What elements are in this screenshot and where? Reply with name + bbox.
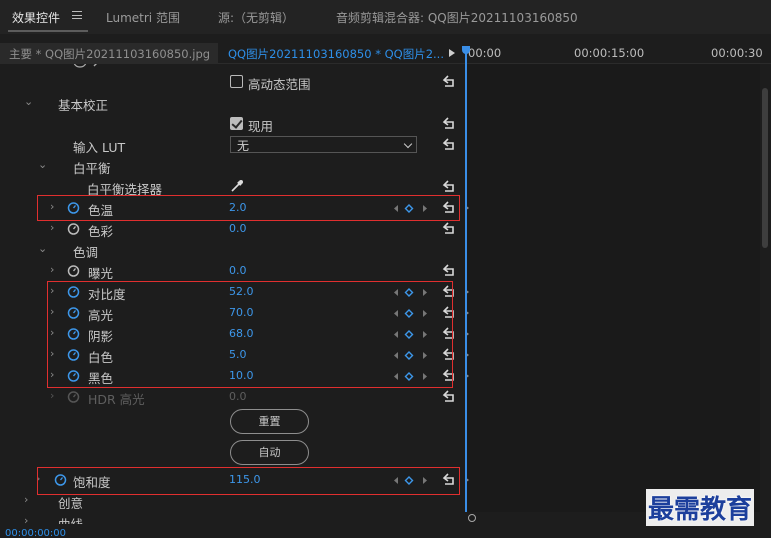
active-tab-indicator: [8, 30, 88, 32]
enable-checkbox[interactable]: [230, 117, 243, 130]
stopwatch-icon[interactable]: [67, 264, 80, 277]
mask-tools-icon[interactable]: [72, 64, 108, 70]
hdr-highlights-value: 0.0: [229, 390, 247, 403]
timecode-start: 00:00: [468, 46, 502, 60]
chevron-right-icon: ›: [50, 389, 55, 402]
reset-icon[interactable]: [442, 137, 457, 151]
highlight-box-saturation: [37, 467, 460, 495]
chevron-down-icon[interactable]: ⌄: [38, 158, 47, 171]
keyframe-timeline[interactable]: [465, 64, 760, 516]
chevron-down-icon[interactable]: ⌄: [24, 95, 33, 108]
eyedropper-icon[interactable]: [230, 179, 244, 193]
white-balance-label: 白平衡: [73, 161, 111, 176]
chevron-down-icon[interactable]: ⌄: [38, 242, 47, 255]
stopwatch-icon-disabled: [67, 391, 80, 403]
clip-selector-bar: 主要 * QQ图片20211103160850.jpg QQ图片20211103…: [0, 43, 771, 64]
panel-tab-bar: 效果控件 Lumetri 范围 源:（无剪辑） 音频剪辑混合器: QQ图片202…: [0, 0, 771, 34]
sequence-clip-label[interactable]: QQ图片20211103160850 * QQ图片2...: [228, 46, 444, 62]
reset-icon[interactable]: [442, 179, 457, 193]
highlight-box-temperature: [37, 195, 460, 221]
timecode-mid: 00:00:15:00: [574, 46, 645, 60]
playhead[interactable]: [465, 50, 467, 516]
enable-row: 现用: [0, 114, 464, 135]
tint-label: 色彩: [88, 224, 114, 239]
exposure-value[interactable]: 0.0: [229, 264, 247, 277]
reset-icon[interactable]: [442, 74, 457, 88]
auto-button[interactable]: 自动: [230, 440, 309, 465]
reset-icon[interactable]: [442, 389, 457, 403]
tint-row: › 色彩 0.0: [0, 219, 464, 240]
zoom-handle-icon[interactable]: [468, 514, 476, 522]
basic-correction-label: 基本校正: [58, 98, 109, 113]
curves-label: 曲线: [58, 514, 83, 524]
tone-label: 色调: [73, 245, 99, 260]
chevron-down-icon: [403, 139, 413, 149]
hdr-highlights-row: › HDR 高光 0.0: [0, 387, 464, 408]
status-bar: 00:00:00:00: [0, 524, 771, 538]
high-dynamic-range-checkbox[interactable]: [230, 75, 243, 88]
tab-audio-clip-mixer[interactable]: 音频剪辑混合器: QQ图片20211103160850: [336, 9, 578, 26]
panel-menu-icon[interactable]: [72, 11, 82, 19]
input-lut-row: 输入 LUT 无: [0, 135, 464, 156]
tab-lumetri-scopes[interactable]: Lumetri 范围: [106, 9, 180, 26]
curves-row[interactable]: › 曲线: [0, 512, 464, 524]
stopwatch-icon[interactable]: [67, 222, 80, 235]
chevron-right-icon[interactable]: ›: [50, 221, 54, 234]
reset-button[interactable]: 重置: [230, 409, 309, 434]
high-dynamic-range-row: 高动态范围: [0, 72, 464, 93]
input-lut-label: 输入 LUT: [73, 140, 126, 155]
tab-effect-controls[interactable]: 效果控件: [12, 9, 60, 26]
highlight-box-tone-group: [47, 281, 453, 388]
master-clip-selector[interactable]: 主要 * QQ图片20211103160850.jpg: [0, 43, 218, 64]
vertical-scrollbar-thumb[interactable]: [762, 88, 768, 248]
current-timecode[interactable]: 00:00:00:00: [5, 528, 66, 538]
tint-value[interactable]: 0.0: [229, 222, 247, 235]
tab-source[interactable]: 源:（无剪辑）: [218, 9, 294, 26]
tone-row[interactable]: ⌄ 色调: [0, 240, 464, 261]
high-dynamic-range-label: 高动态范围: [248, 77, 311, 92]
reset-icon[interactable]: [442, 116, 457, 130]
basic-correction-row[interactable]: ⌄ 基本校正: [0, 93, 464, 114]
white-balance-row[interactable]: ⌄ 白平衡: [0, 156, 464, 177]
reset-icon[interactable]: [442, 263, 457, 277]
exposure-row: › 曝光 0.0: [0, 261, 464, 282]
hdr-highlights-label: HDR 高光: [88, 392, 145, 407]
enable-label: 现用: [248, 119, 274, 134]
chevron-right-icon[interactable]: ›: [24, 493, 28, 506]
reset-icon[interactable]: [442, 221, 457, 235]
watermark-logo: 最需教育: [646, 489, 755, 526]
creative-label: 创意: [58, 496, 84, 511]
timecode-end: 00:00:30: [711, 46, 763, 60]
play-icon[interactable]: [449, 49, 455, 57]
chevron-right-icon[interactable]: ›: [50, 263, 54, 276]
input-lut-value: 无: [237, 139, 250, 153]
exposure-label: 曝光: [88, 266, 114, 281]
input-lut-select[interactable]: 无: [230, 136, 417, 153]
chevron-right-icon[interactable]: ›: [24, 514, 28, 524]
